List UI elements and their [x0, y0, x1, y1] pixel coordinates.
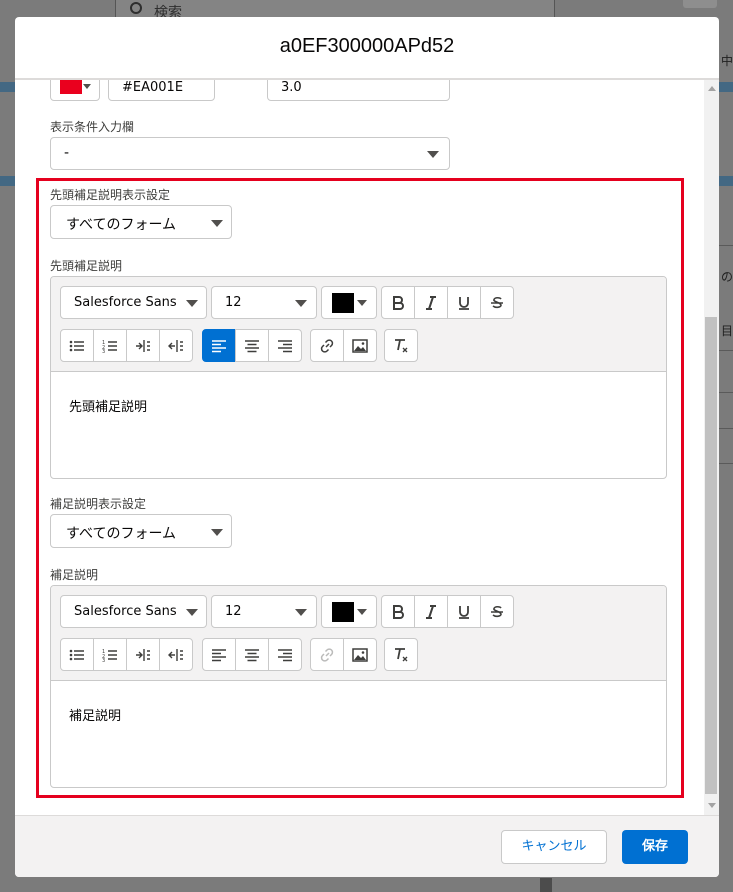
cancel-button[interactable]: キャンセル — [501, 830, 607, 864]
scroll-down-arrow-icon[interactable] — [708, 803, 716, 808]
modal-body[interactable]: #EA001E 3.0 表示条件入力欄 - 先頭補足説明表示設定 すべてのフォー… — [15, 80, 719, 815]
scrollbar-thumb[interactable] — [705, 317, 717, 794]
edit-modal: a0EF300000APd52 #EA001E 3.0 表示条件入力欄 - 先頭… — [15, 17, 719, 877]
background-divider — [718, 350, 733, 351]
color-hex-value: #EA001E — [122, 80, 184, 95]
color-hex-input[interactable]: #EA001E — [108, 80, 215, 101]
background-text: 目 — [720, 324, 733, 338]
save-button[interactable]: 保存 — [622, 830, 688, 864]
color-swatch — [60, 80, 82, 94]
background-divider — [718, 428, 733, 429]
color-swatch-picker[interactable] — [50, 80, 100, 101]
scroll-up-arrow-icon[interactable] — [708, 86, 716, 91]
chevron-down-icon — [427, 151, 439, 158]
chevron-down-icon — [83, 84, 91, 89]
modal-footer: キャンセル 保存 — [15, 815, 719, 877]
display-condition-select[interactable]: - — [50, 137, 450, 170]
display-condition-value: - — [64, 145, 70, 161]
modal-header: a0EF300000APd52 — [15, 17, 719, 80]
background-text: の — [720, 270, 733, 284]
background-header-button — [683, 0, 717, 8]
number-value: 3.0 — [281, 80, 302, 95]
number-input[interactable]: 3.0 — [267, 80, 450, 101]
background-search-icon — [130, 2, 142, 14]
background-divider — [718, 392, 733, 393]
background-divider — [718, 463, 733, 464]
display-condition-label: 表示条件入力欄 — [50, 120, 135, 134]
background-divider — [718, 245, 733, 246]
background-element — [540, 878, 552, 892]
highlight-box — [36, 178, 684, 798]
modal-title: a0EF300000APd52 — [279, 35, 455, 57]
background-text: 中 — [720, 54, 733, 68]
